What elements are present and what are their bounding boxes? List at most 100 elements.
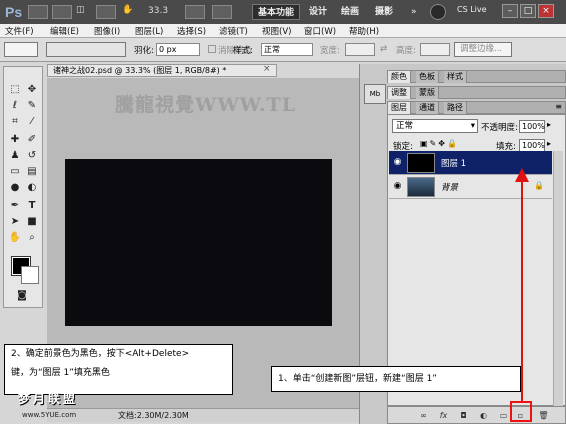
- tab-color[interactable]: 颜色: [388, 71, 411, 83]
- document-canvas[interactable]: [65, 159, 332, 326]
- application-bar: Ps ◫ ✋ 33.3 基本功能 设计 绘画 摄影 » CS Live – □ …: [0, 0, 566, 24]
- background-color-swatch[interactable]: [21, 266, 39, 284]
- selection-mode-buttons[interactable]: [46, 42, 126, 57]
- lasso-tool-icon[interactable]: ℓ: [7, 99, 23, 113]
- workspace-more-button[interactable]: »: [406, 4, 422, 20]
- menu-select[interactable]: 选择(S): [177, 25, 206, 37]
- site-url: www.5YUE.com: [22, 411, 77, 419]
- style-select[interactable]: 正常: [261, 43, 313, 56]
- layer-name: 图层 1: [441, 159, 467, 169]
- tab-paths[interactable]: 路径: [444, 102, 467, 114]
- tool-preset-picker[interactable]: [4, 42, 38, 57]
- width-input[interactable]: [345, 43, 375, 56]
- visibility-eye-icon[interactable]: ◉: [392, 181, 403, 192]
- arrange-documents-icon[interactable]: [185, 5, 205, 19]
- menu-file[interactable]: 文件(F): [5, 25, 34, 37]
- eraser-tool-icon[interactable]: ▭: [7, 165, 23, 179]
- shape-tool-icon[interactable]: ■: [24, 215, 40, 229]
- zoom-tool-icon[interactable]: ⌕: [24, 231, 40, 245]
- ruler-icon[interactable]: ◫: [76, 5, 86, 19]
- dodge-tool-icon[interactable]: ◐: [24, 181, 40, 195]
- tab-masks[interactable]: 蒙版: [416, 87, 439, 99]
- menu-help[interactable]: 帮助(H): [349, 25, 379, 37]
- history-brush-tool-icon[interactable]: ↺: [24, 149, 40, 163]
- menu-filter[interactable]: 滤镜(T): [219, 25, 248, 37]
- menu-view[interactable]: 视图(V): [262, 25, 291, 37]
- marquee-tool-icon[interactable]: ⬚: [7, 83, 23, 97]
- tab-channels[interactable]: 通道: [416, 102, 439, 114]
- move-tool-icon[interactable]: ✥: [24, 83, 40, 97]
- tab-swatches[interactable]: 色板: [416, 71, 439, 83]
- opacity-arrow-icon[interactable]: ▸: [547, 120, 551, 129]
- tab-layers[interactable]: 图层: [388, 102, 411, 114]
- new-layer-highlight: [510, 401, 532, 422]
- link-layers-icon[interactable]: ∞: [418, 410, 429, 421]
- hand-tool-icon[interactable]: ✋: [7, 231, 23, 245]
- minibridge-icon[interactable]: [52, 5, 72, 19]
- document-tab[interactable]: 诸神之战02.psd @ 33.3% (图层 1, RGB/8#) *: [47, 64, 277, 77]
- menu-image[interactable]: 图像(I): [94, 25, 120, 37]
- instruction-callout-step2: 2、确定前景色为黑色，按下<Alt+Delete> 键，为“图层 1”填充黑色: [4, 344, 233, 395]
- swap-icon[interactable]: ⇄: [380, 44, 387, 54]
- workspace-painting-button[interactable]: 绘画: [336, 4, 364, 20]
- layer-thumbnail: [407, 153, 435, 173]
- fill-arrow-icon[interactable]: ▸: [547, 139, 551, 148]
- menu-window[interactable]: 窗口(W): [304, 25, 336, 37]
- quick-select-tool-icon[interactable]: ✎: [24, 99, 40, 113]
- workspace-design-button[interactable]: 设计: [304, 4, 332, 20]
- path-selection-tool-icon[interactable]: ➤: [7, 215, 23, 229]
- pen-tool-icon[interactable]: ✒: [7, 199, 23, 213]
- mini-bridge-panel-icon[interactable]: Mb: [364, 84, 386, 104]
- delete-layer-icon[interactable]: 🗑: [538, 410, 549, 421]
- zoom-level[interactable]: 33.3: [148, 6, 168, 16]
- blur-tool-icon[interactable]: ●: [7, 181, 23, 195]
- opacity-input[interactable]: 100%: [519, 120, 545, 133]
- quick-mask-icon[interactable]: ◙: [14, 289, 30, 303]
- options-bar: 羽化: 0 px 消除锯齿 样式: 正常 宽度: ⇄ 高度: 调整边缘...: [0, 38, 566, 62]
- blend-mode-select[interactable]: 正常 ▾: [392, 119, 478, 133]
- adjustments-panel-tabs: 调整 蒙版: [387, 86, 566, 99]
- screen-mode-icon[interactable]: [212, 5, 232, 19]
- hand-tool-icon[interactable]: ✋: [122, 5, 136, 19]
- blend-mode-value: 正常: [396, 121, 414, 131]
- add-mask-icon[interactable]: ◘: [458, 410, 469, 421]
- menu-edit[interactable]: 编辑(E): [50, 25, 79, 37]
- lock-icon: 🔒: [534, 181, 544, 190]
- gradient-tool-icon[interactable]: ▤: [24, 165, 40, 179]
- cs-live-button[interactable]: CS Live: [457, 5, 487, 14]
- document-close-icon[interactable]: ×: [263, 64, 271, 74]
- opacity-label: 不透明度:: [481, 123, 518, 133]
- panel-menu-icon[interactable]: ≡: [555, 102, 562, 111]
- close-button[interactable]: ×: [538, 4, 554, 18]
- menu-layer[interactable]: 图层(L): [135, 25, 163, 37]
- instruction-callout-step1: 1、单击“创建新图”层钮，新建“图层 1”: [271, 366, 521, 392]
- refine-edge-button[interactable]: 调整边缘...: [454, 42, 512, 57]
- workspace-photography-button[interactable]: 摄影: [370, 4, 398, 20]
- layers-panel-tabs: 图层 通道 路径 ≡: [387, 101, 566, 114]
- layers-scrollbar[interactable]: [553, 151, 563, 406]
- search-icon[interactable]: [430, 4, 446, 20]
- clone-stamp-tool-icon[interactable]: ♟: [7, 149, 23, 163]
- instruction-line: 2、确定前景色为黑色，按下<Alt+Delete>: [11, 349, 190, 359]
- lock-options-icons[interactable]: ▣✎✥🔒: [420, 139, 459, 148]
- minimize-button[interactable]: –: [502, 4, 518, 18]
- new-group-icon[interactable]: ▭: [498, 410, 509, 421]
- tab-styles[interactable]: 样式: [444, 71, 467, 83]
- visibility-eye-icon[interactable]: ◉: [392, 157, 403, 168]
- eyedropper-tool-icon[interactable]: ⁄: [24, 115, 40, 129]
- adjustment-layer-icon[interactable]: ◐: [478, 410, 489, 421]
- height-input[interactable]: [420, 43, 450, 56]
- crop-tool-icon[interactable]: ⌗: [7, 115, 23, 129]
- brush-tool-icon[interactable]: ✐: [24, 133, 40, 147]
- type-tool-icon[interactable]: T: [24, 199, 40, 213]
- view-extras-icon[interactable]: [96, 5, 116, 19]
- tab-adjustments[interactable]: 调整: [388, 87, 411, 99]
- document-size-info[interactable]: 文档:2.30M/2.30M: [118, 410, 189, 421]
- photoshop-logo: Ps: [5, 4, 23, 20]
- layer-style-icon[interactable]: fx: [438, 410, 449, 421]
- status-bar: [47, 408, 359, 422]
- maximize-button[interactable]: □: [520, 4, 536, 18]
- workspace-essentials-button[interactable]: 基本功能: [252, 4, 301, 20]
- bridge-icon[interactable]: [28, 5, 48, 19]
- healing-tool-icon[interactable]: ✚: [7, 133, 23, 147]
